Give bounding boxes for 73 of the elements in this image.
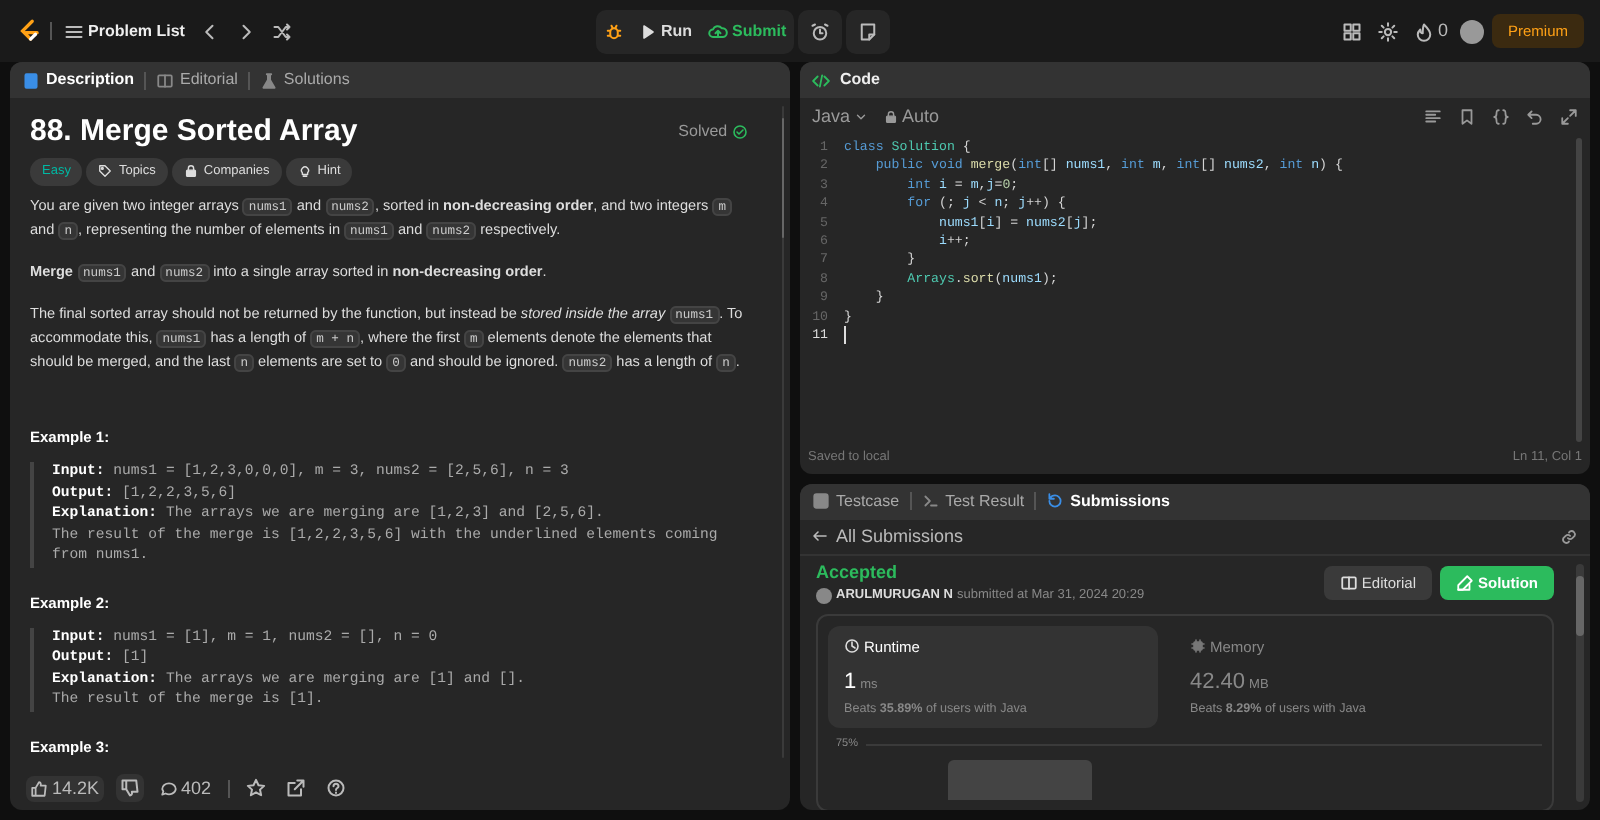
settings-button[interactable] — [1373, 17, 1402, 45]
all-submissions-link[interactable]: All Submissions — [808, 523, 968, 549]
verdict: Accepted — [816, 559, 900, 586]
undo-icon — [1526, 107, 1544, 125]
stat-value: 1 — [844, 668, 857, 698]
flask-icon — [259, 71, 278, 89]
notes-button[interactable] — [846, 9, 891, 53]
list-icon — [64, 21, 84, 41]
braces-icon — [1492, 107, 1510, 125]
dislike-button[interactable] — [115, 774, 144, 802]
fullscreen-button[interactable] — [1556, 103, 1582, 129]
shuffle-icon — [272, 21, 293, 41]
streak-counter[interactable]: 0 — [1409, 17, 1452, 45]
document-icon — [22, 71, 40, 89]
book-icon — [1339, 573, 1358, 592]
problem-title: 88. Merge Sorted Array — [30, 114, 358, 150]
bug-icon — [604, 21, 625, 41]
code-icon — [812, 71, 830, 89]
share-icon — [285, 778, 306, 798]
chip-icon — [1190, 638, 1206, 655]
lock-icon — [183, 164, 198, 179]
avatar — [816, 587, 832, 604]
cloud-upload-icon — [708, 21, 729, 41]
alarm-clock-icon — [810, 21, 831, 41]
book-icon — [156, 71, 175, 89]
flame-icon — [1413, 21, 1434, 41]
back-arrow-icon — [812, 528, 828, 544]
check-circle-icon — [731, 124, 748, 140]
panel-tab[interactable]: Test Result — [921, 489, 1025, 513]
note-icon — [858, 21, 879, 41]
like-button[interactable]: 14.2K — [26, 775, 104, 801]
comments-button[interactable]: 402 — [155, 775, 216, 801]
star-icon — [245, 778, 266, 798]
language-dropdown[interactable]: Java — [808, 103, 873, 129]
expand-icon — [1560, 107, 1578, 125]
link-icon — [1560, 527, 1578, 545]
tag-icon — [98, 164, 113, 179]
thumbs-down-icon — [119, 778, 140, 798]
panel-tab[interactable]: Description — [22, 68, 135, 92]
problem-list-link[interactable]: Problem List — [60, 17, 189, 45]
panel-tab[interactable]: Testcase — [812, 489, 900, 513]
submit-button[interactable]: Submit — [704, 17, 791, 45]
terminal-icon — [921, 492, 940, 510]
bookmark-icon — [1458, 107, 1476, 125]
auto-mode-button[interactable]: Auto — [880, 103, 944, 129]
comment-icon — [159, 779, 178, 797]
pencil-icon — [1456, 573, 1474, 592]
square-icon — [812, 492, 830, 510]
settings-icon — [1377, 21, 1398, 41]
histogram-bar — [948, 760, 1092, 801]
help-icon — [325, 778, 346, 798]
play-icon — [640, 23, 657, 39]
logo-icon[interactable] — [16, 18, 42, 44]
caret-icon — [854, 109, 869, 123]
stat-value: 42.40 — [1190, 668, 1246, 698]
history-icon — [1046, 492, 1065, 510]
timer-button[interactable] — [798, 9, 843, 53]
panel-tab[interactable]: Editorial — [156, 68, 238, 92]
thumbs-up-icon — [30, 779, 48, 797]
run-button[interactable]: Run — [636, 19, 697, 43]
lightbulb-icon — [297, 164, 312, 179]
panel-tab[interactable]: Submissions — [1046, 489, 1170, 513]
clock-icon — [844, 638, 860, 655]
lock-icon — [884, 109, 899, 123]
avatar[interactable] — [1459, 19, 1484, 43]
text-cursor — [844, 326, 846, 345]
panel-tab[interactable]: Solutions — [259, 68, 350, 92]
braces-button[interactable] — [1488, 103, 1514, 129]
grid-icon — [1341, 21, 1362, 41]
align-icon — [1424, 107, 1442, 125]
panel-title: Code — [840, 68, 880, 92]
favorite-button[interactable] — [241, 774, 270, 802]
solved-status: Solved — [678, 120, 728, 144]
